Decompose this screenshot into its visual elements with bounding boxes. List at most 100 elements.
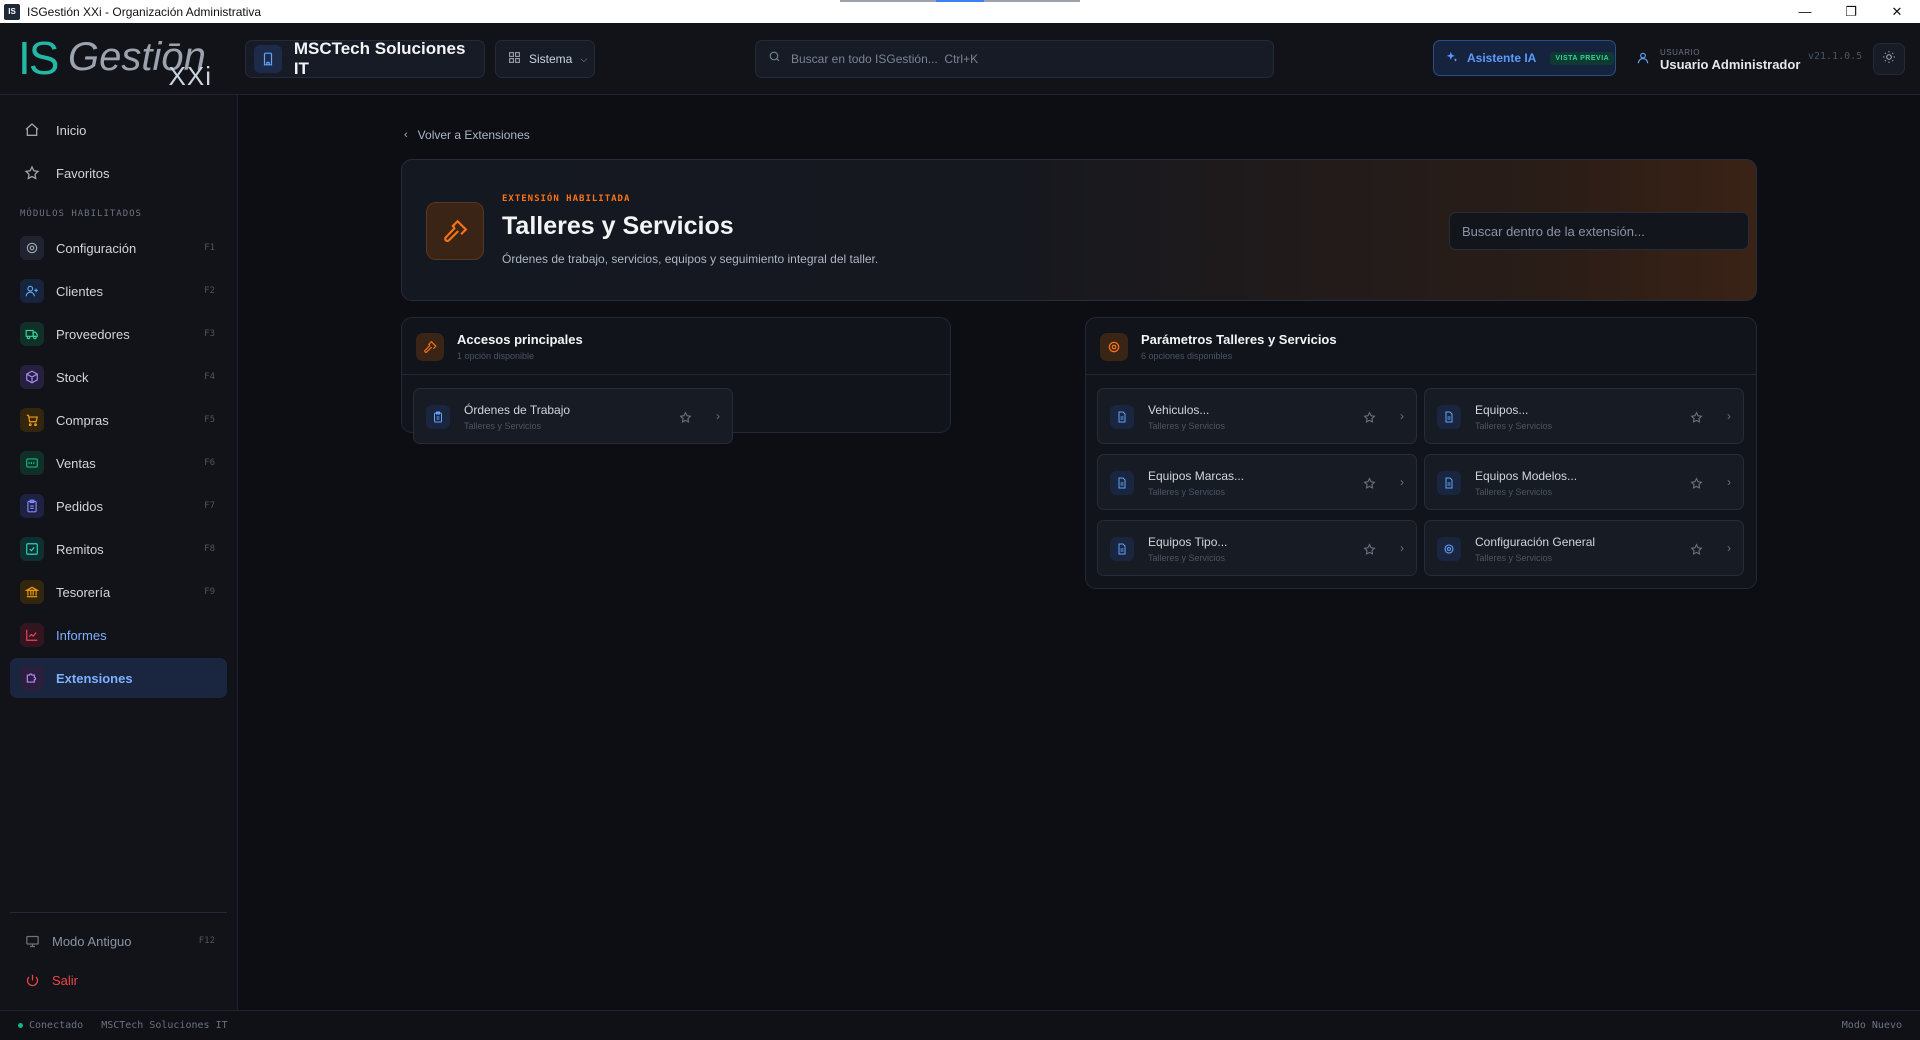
sidebar-item-pedidos[interactable]: Pedidos F7 <box>10 486 227 526</box>
item-name: Vehiculos... <box>1148 403 1210 417</box>
sidebar-item-stock[interactable]: Stock F4 <box>10 357 227 397</box>
titlebar-accent <box>840 0 1080 2</box>
list-item-equipos[interactable]: Equipos... Talleres y Servicios › <box>1424 388 1744 444</box>
sidebar-item-configuracion[interactable]: Configuración F1 <box>10 228 227 268</box>
brand-logo[interactable]: IS Gestiōn XXi <box>18 31 218 91</box>
favorite-star-icon[interactable] <box>1360 408 1378 426</box>
sidebar-item-label: Stock <box>56 369 89 385</box>
page-description: Órdenes de trabajo, servicios, equipos y… <box>502 252 879 266</box>
window-titlebar: IS ISGestión XXi - Organización Administ… <box>0 0 1920 23</box>
search-icon <box>768 50 781 68</box>
favorite-star-icon[interactable] <box>1360 540 1378 558</box>
sidebar-item-compras[interactable]: Compras F5 <box>10 400 227 440</box>
grid-icon <box>508 51 521 67</box>
global-search-input[interactable] <box>791 52 1231 66</box>
item-name: Equipos... <box>1475 403 1529 417</box>
connection-status-dot <box>18 1023 23 1028</box>
extension-hero: EXTENSIÓN HABILITADA Talleres y Servicio… <box>401 159 1757 301</box>
item-subtitle: Talleres y Servicios <box>1148 421 1226 431</box>
list-item-equipos-marcas[interactable]: Equipos Marcas... Talleres y Servicios › <box>1097 454 1417 510</box>
shortcut-key: F1 <box>204 243 215 253</box>
sun-icon <box>1882 50 1896 69</box>
user-name: Usuario Administrador <box>1660 57 1801 72</box>
sidebar-item-label: Configuración <box>56 240 137 256</box>
extension-status-tag: EXTENSIÓN HABILITADA <box>502 194 631 204</box>
chevron-right-icon: › <box>1400 475 1404 489</box>
user-icon <box>1636 51 1650 70</box>
list-item-equipos-modelos[interactable]: Equipos Modelos... Talleres y Servicios … <box>1424 454 1744 510</box>
legacy-mode-button[interactable]: Modo Antiguo F12 <box>10 921 227 961</box>
panel-subtitle: 1 opción disponible <box>457 351 535 361</box>
chevron-left-icon: ‹ <box>404 129 408 141</box>
restore-icon[interactable]: ❐ <box>1828 0 1874 23</box>
user-menu[interactable]: USUARIO Usuario Administrador <box>1636 43 1800 77</box>
back-label: Volver a Extensiones <box>417 128 530 142</box>
star-icon <box>20 161 44 185</box>
status-bar: Conectado MSCTech Soluciones IT Modo Nue… <box>0 1010 1920 1040</box>
truck-icon <box>20 322 44 346</box>
list-item-vehiculos[interactable]: Vehiculos... Talleres y Servicios › <box>1097 388 1417 444</box>
sidebar-divider <box>10 912 227 913</box>
home-icon <box>20 118 44 142</box>
chart-icon <box>20 623 44 647</box>
shortcut-key: F12 <box>198 936 215 946</box>
sidebar-item-label: Proveedores <box>56 326 130 342</box>
window-controls: — ❐ ✕ <box>1782 0 1920 23</box>
theme-toggle-button[interactable] <box>1873 43 1905 75</box>
minimize-icon[interactable]: — <box>1782 0 1828 23</box>
back-to-extensions-link[interactable]: ‹ Volver a Extensiones <box>404 128 530 142</box>
favorite-star-icon[interactable] <box>1687 408 1705 426</box>
sidebar-item-remitos[interactable]: Remitos F8 <box>10 529 227 569</box>
monitor-icon <box>20 929 44 953</box>
sidebar-item-proveedores[interactable]: Proveedores F3 <box>10 314 227 354</box>
sparkles-icon <box>1445 50 1459 67</box>
shortcut-key: F6 <box>204 458 215 468</box>
users-icon <box>20 279 44 303</box>
item-subtitle: Talleres y Servicios <box>1475 421 1553 431</box>
panel-title: Accesos principales <box>457 332 583 347</box>
gear-icon <box>1100 333 1128 361</box>
favorite-star-icon[interactable] <box>1687 540 1705 558</box>
list-item-equipos-tipo[interactable]: Equipos Tipo... Talleres y Servicios › <box>1097 520 1417 576</box>
logout-button[interactable]: Salir <box>10 960 227 1000</box>
clipboard-icon <box>20 494 44 518</box>
box-icon <box>20 365 44 389</box>
list-item-ordenes-trabajo[interactable]: Órdenes de Trabajo Talleres y Servicios … <box>413 388 733 444</box>
sidebar-item-ventas[interactable]: Ventas F6 <box>10 443 227 483</box>
chevron-right-icon: › <box>1727 541 1731 555</box>
company-name: MSCTech Soluciones IT <box>293 39 466 78</box>
chevron-right-icon: › <box>1400 541 1404 555</box>
ai-assistant-button[interactable]: Asistente IA VISTA PREVIA <box>1433 40 1616 76</box>
cart-icon <box>20 408 44 432</box>
shortcut-key: F7 <box>204 501 215 511</box>
favorite-star-icon[interactable] <box>676 408 694 426</box>
sidebar-item-inicio[interactable]: Inicio <box>10 110 227 150</box>
shortcut-key: F2 <box>204 286 215 296</box>
item-name: Equipos Marcas... <box>1148 469 1245 483</box>
sidebar-item-label: Inicio <box>56 122 87 138</box>
extension-search-input[interactable] <box>1462 223 1736 239</box>
item-name: Equipos Modelos... <box>1475 469 1578 483</box>
document-icon <box>1110 471 1134 495</box>
shortcut-key: F3 <box>204 329 215 339</box>
checkbox-icon <box>20 537 44 561</box>
favorite-star-icon[interactable] <box>1687 474 1705 492</box>
sidebar-item-informes[interactable]: Informes <box>10 615 227 655</box>
sistema-menu-button[interactable]: Sistema ⌵ <box>495 40 595 78</box>
sidebar-item-extensiones[interactable]: Extensiones <box>10 658 227 698</box>
item-subtitle: Talleres y Servicios <box>1475 553 1553 563</box>
sidebar-item-clientes[interactable]: Clientes F2 <box>10 271 227 311</box>
hammer-icon <box>426 202 484 260</box>
extension-search[interactable] <box>1449 212 1749 250</box>
item-subtitle: Talleres y Servicios <box>1475 487 1553 497</box>
list-item-configuracion-general[interactable]: Configuración General Talleres y Servici… <box>1424 520 1744 576</box>
close-icon[interactable]: ✕ <box>1874 0 1920 23</box>
company-selector[interactable]: MSCTech Soluciones IT <box>245 39 485 78</box>
global-search[interactable] <box>755 40 1274 78</box>
window-title: ISGestión XXi - Organización Administrat… <box>27 4 262 19</box>
sidebar-item-favoritos[interactable]: Favoritos <box>10 153 227 193</box>
favorite-star-icon[interactable] <box>1360 474 1378 492</box>
puzzle-icon <box>20 666 44 690</box>
sidebar-item-tesoreria[interactable]: Tesorería F9 <box>10 572 227 612</box>
brand-xxi: XXi <box>168 61 212 91</box>
